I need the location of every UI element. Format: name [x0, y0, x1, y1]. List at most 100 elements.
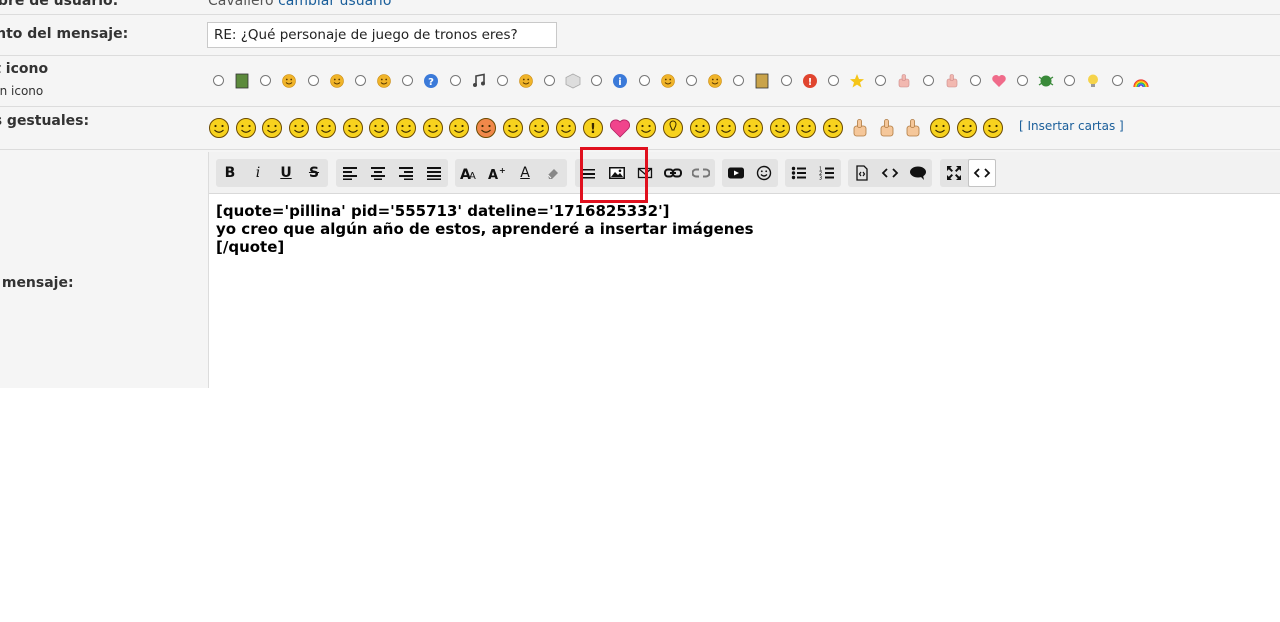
username-value: Cavallero cambiar usuario	[208, 0, 391, 9]
post-icon-radio[interactable]	[922, 75, 934, 86]
italic-button[interactable]: i	[244, 159, 272, 187]
smilies-row: Iconos gestuales: ! [ Insertar cartas ]	[0, 107, 1280, 150]
align-right-button[interactable]	[392, 159, 420, 187]
insert-cards-link[interactable]: [ Insertar cartas ]	[1019, 119, 1124, 133]
strikethrough-button[interactable]: S	[300, 159, 328, 187]
post-icon-radio[interactable]	[733, 75, 745, 86]
happy-icon	[708, 74, 722, 88]
post-icon-radio[interactable]	[544, 75, 556, 86]
smiley-ok-hand-icon[interactable]	[902, 117, 924, 139]
post-icon-radio[interactable]	[969, 75, 981, 86]
media-group	[722, 159, 778, 187]
post-icon-radio[interactable]	[402, 75, 414, 86]
smiley-confused-icon[interactable]	[635, 117, 657, 139]
smiley-kiss-icon[interactable]	[929, 117, 951, 139]
change-user-link[interactable]: cambiar usuario	[278, 0, 391, 9]
smiley-icon	[756, 165, 772, 181]
source-code-icon	[973, 168, 991, 178]
smiley-idea-icon[interactable]	[662, 117, 684, 139]
insert-video-button[interactable]	[722, 159, 750, 187]
editor-toolbar: B i U S AA A + A 1 2 3	[209, 152, 1280, 194]
bullet-list-icon	[791, 166, 806, 180]
subject-input[interactable]: RE: ¿Qué personaje de juego de tronos er…	[207, 22, 557, 48]
smiley-heart-icon[interactable]	[609, 117, 631, 139]
align-left-button[interactable]	[336, 159, 364, 187]
post-icon-radio[interactable]	[213, 75, 224, 86]
message-textarea[interactable]: [quote='pillina' pid='555713' dateline='…	[216, 202, 754, 256]
smiley-smile-icon[interactable]	[208, 117, 230, 139]
smiley-nerd-icon[interactable]	[368, 117, 390, 139]
post-icon-radio[interactable]	[1064, 75, 1076, 86]
ordered-list-button[interactable]: 123	[813, 159, 841, 187]
lightbulb-icon	[1088, 74, 1099, 87]
underline-glyph: U	[280, 165, 292, 181]
smiley-scream-icon[interactable]	[422, 117, 444, 139]
bug-icon	[1038, 75, 1054, 87]
post-icon-radio[interactable]	[354, 75, 366, 86]
post-icon-label: Post icono	[0, 61, 49, 77]
font-family-button[interactable]: AA	[455, 159, 483, 187]
remove-format-button[interactable]	[539, 159, 567, 187]
smiley-relieved-icon[interactable]	[689, 117, 711, 139]
wink-icon	[377, 74, 391, 88]
smiley-wink-icon[interactable]	[502, 117, 524, 139]
star-icon	[849, 74, 864, 88]
smiley-angel-icon[interactable]	[448, 117, 470, 139]
justify-icon	[427, 167, 441, 180]
font-size-button[interactable]: A +	[483, 159, 511, 187]
smiley-crying-icon[interactable]	[822, 117, 844, 139]
post-icon-radio[interactable]	[780, 75, 792, 86]
smiley-heart-eyes-icon[interactable]	[956, 117, 978, 139]
post-icon-radio[interactable]	[449, 75, 461, 86]
maximize-button[interactable]	[940, 159, 968, 187]
smiley-grin-icon[interactable]	[235, 117, 257, 139]
post-icon-radio[interactable]	[827, 75, 839, 86]
smiley-cool-icon[interactable]	[261, 117, 283, 139]
post-icon-radio[interactable]	[260, 75, 272, 86]
smiley-tongue-icon[interactable]	[315, 117, 337, 139]
smiley-sleepy-icon[interactable]	[742, 117, 764, 139]
post-icon-radio[interactable]	[591, 75, 603, 86]
text-style-group: B i U S	[216, 159, 328, 187]
source-mode-button[interactable]	[968, 159, 996, 187]
php-code-button[interactable]	[848, 159, 876, 187]
unlink-icon	[692, 168, 710, 178]
list-group: 123	[785, 159, 841, 187]
smiley-thumbs-down-icon[interactable]	[876, 117, 898, 139]
emoticon-button[interactable]	[750, 159, 778, 187]
post-icon-radio[interactable]	[307, 75, 319, 86]
post-icon-radio[interactable]	[1017, 75, 1029, 86]
align-center-icon	[371, 167, 385, 180]
smiley-smug-icon[interactable]	[555, 117, 577, 139]
smiley-dizzy-icon[interactable]	[528, 117, 550, 139]
code-button[interactable]	[876, 159, 904, 187]
post-icon-radio[interactable]	[686, 75, 697, 86]
smiley-blush-icon[interactable]	[982, 117, 1004, 139]
quote-button[interactable]	[904, 159, 932, 187]
smiley-angry-icon[interactable]	[475, 117, 497, 139]
align-center-button[interactable]	[364, 159, 392, 187]
smiley-tired-icon[interactable]	[795, 117, 817, 139]
insert-link-button[interactable]	[659, 159, 687, 187]
smiley-sly-icon[interactable]	[715, 117, 737, 139]
post-icon-radio[interactable]	[638, 75, 650, 86]
smiley-worried-icon[interactable]	[395, 117, 417, 139]
post-icon-radio[interactable]	[875, 75, 887, 86]
font-color-button[interactable]: A	[511, 159, 539, 187]
smiley-big-eyes-icon[interactable]	[342, 117, 364, 139]
subject-row: Asunto del mensaje: RE: ¿Qué personaje d…	[0, 15, 1280, 56]
justify-button[interactable]	[420, 159, 448, 187]
smiley-exclamation-icon[interactable]: !	[582, 117, 604, 139]
smiley-laugh-icon[interactable]	[288, 117, 310, 139]
post-icon-radio[interactable]	[496, 75, 508, 86]
underline-button[interactable]: U	[272, 159, 300, 187]
bold-button[interactable]: B	[216, 159, 244, 187]
code-file-icon	[856, 165, 868, 181]
smiley-thumbs-up-icon[interactable]	[849, 117, 871, 139]
smile-icon	[329, 74, 344, 88]
unlink-button[interactable]	[687, 159, 715, 187]
smiley-dazed-icon[interactable]	[769, 117, 791, 139]
no-icon-label: sin icono	[0, 84, 44, 98]
bullet-list-button[interactable]	[785, 159, 813, 187]
post-icon-radio[interactable]	[1111, 75, 1123, 86]
